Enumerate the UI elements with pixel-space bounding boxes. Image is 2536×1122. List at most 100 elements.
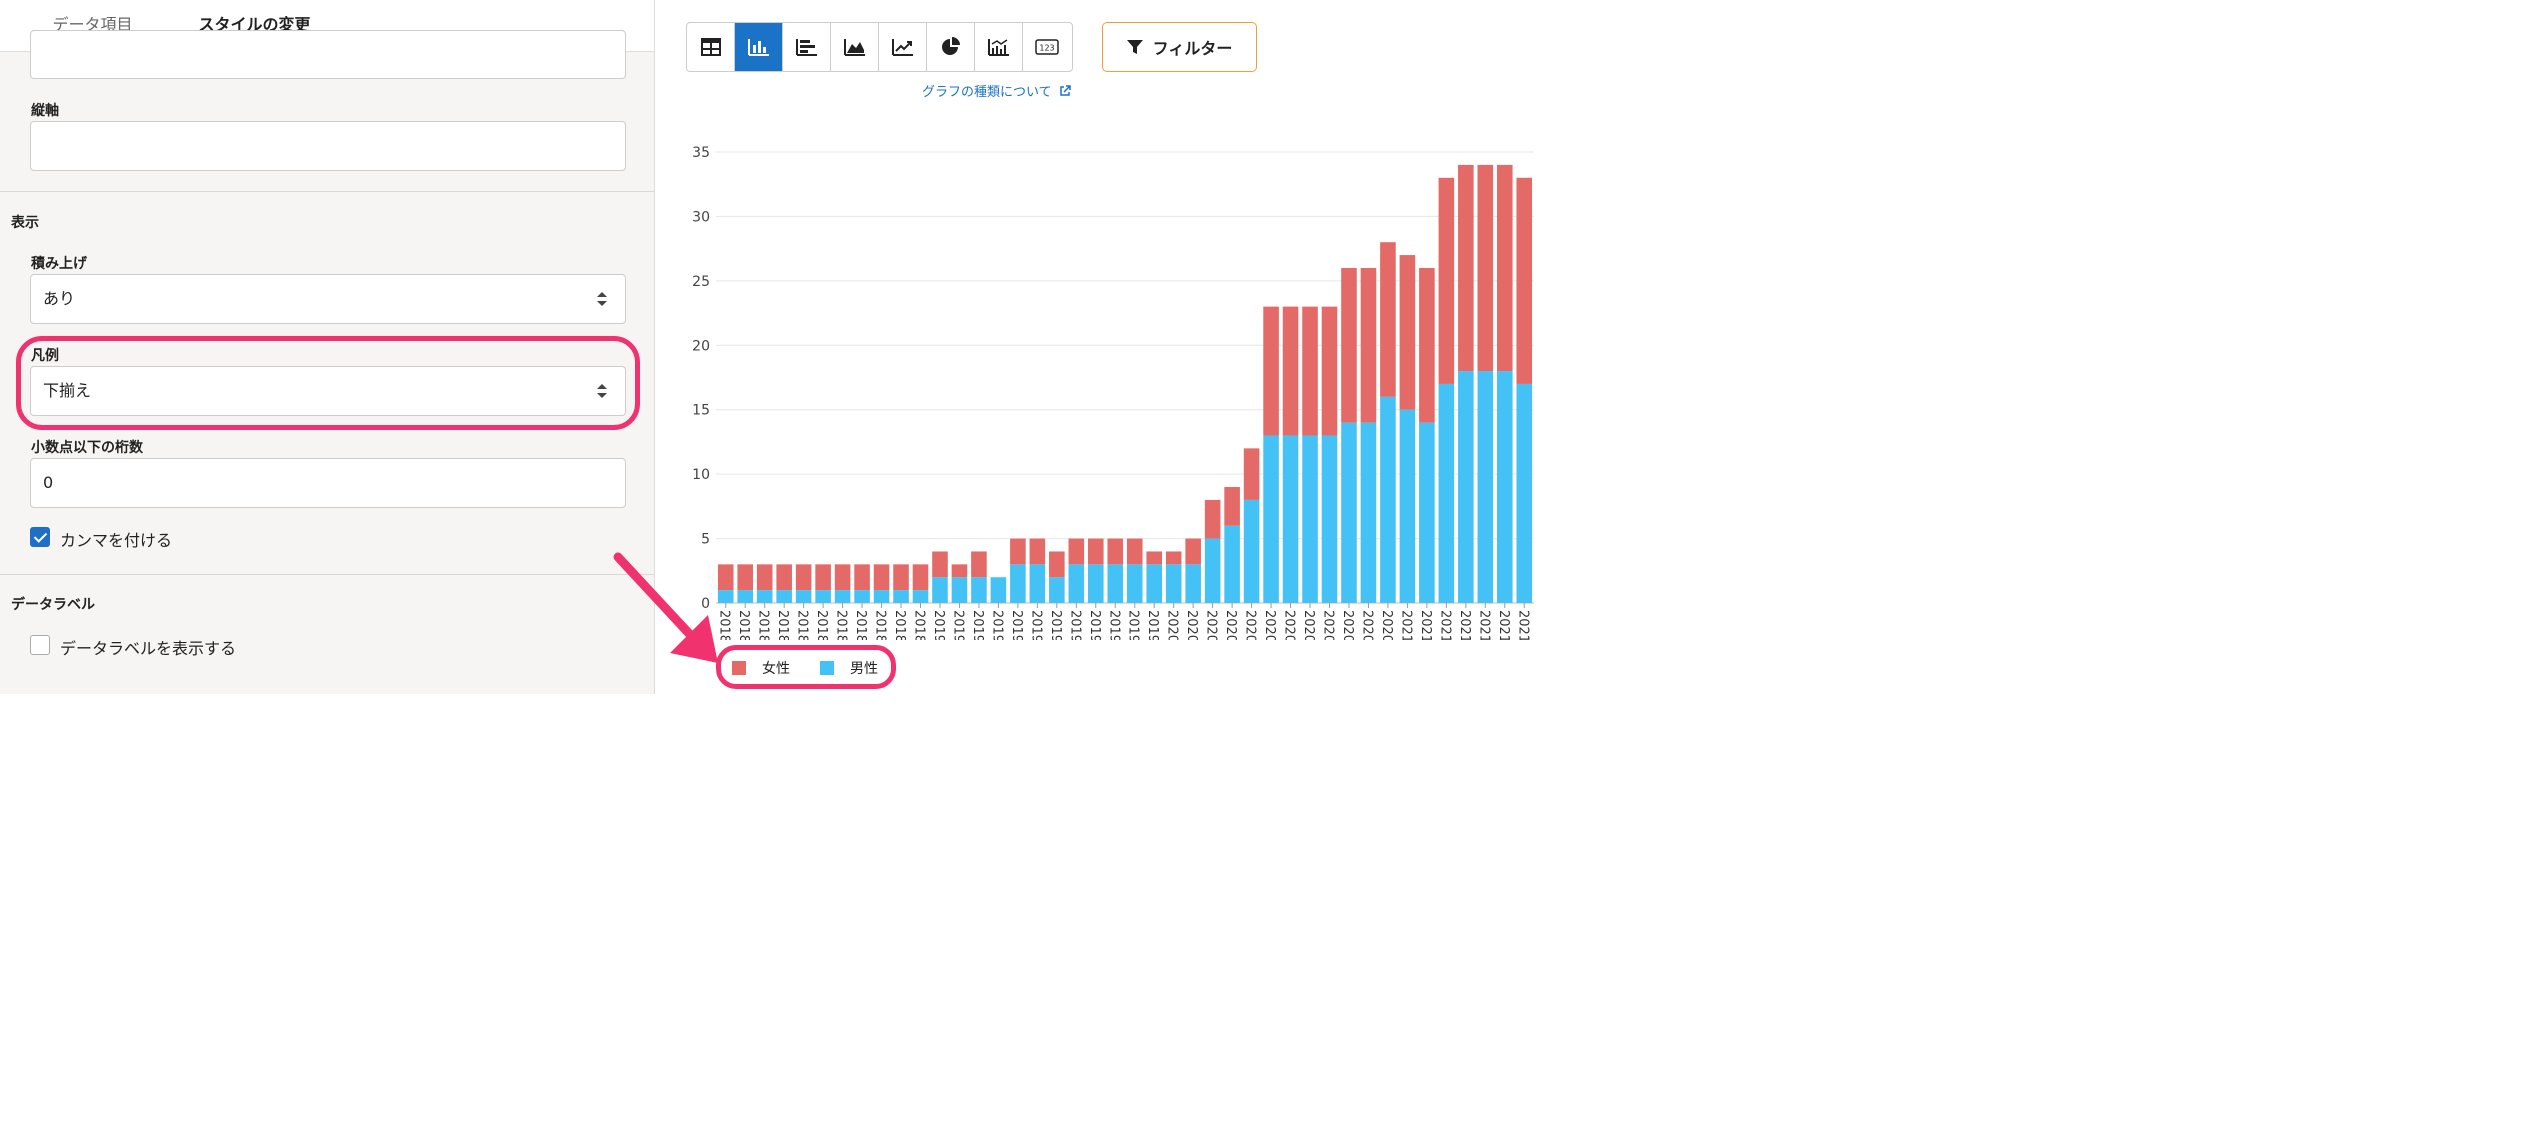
- bar-female: [873, 564, 890, 591]
- bar-female: [1477, 164, 1494, 372]
- decimal-input[interactable]: 0: [30, 458, 626, 508]
- bar-male: [1399, 409, 1416, 603]
- bar-female: [1360, 267, 1377, 423]
- bar-female: [1302, 306, 1318, 436]
- bar-male: [776, 590, 792, 603]
- bar-male: [990, 577, 1007, 603]
- x-tick-label: 2019-06: [1028, 610, 1043, 640]
- filter-icon: [1126, 40, 1143, 54]
- annotation-arrow: [613, 552, 718, 663]
- bar-female: [776, 564, 792, 591]
- stack-select-value: あり: [43, 289, 76, 308]
- bar-male: [1321, 435, 1338, 603]
- x-tick-label: 2020-12: [1379, 610, 1394, 640]
- x-tick-label: 2021-03: [1437, 610, 1452, 640]
- bar-male: [1380, 396, 1396, 603]
- bar-female: [1029, 538, 1046, 565]
- bar-female: [1341, 267, 1357, 423]
- x-tick-label: 2019-01: [931, 610, 946, 640]
- bar-male: [1419, 422, 1435, 603]
- x-tick-label: 2020-08: [1301, 610, 1316, 640]
- x-tick-label: 2021-04: [1457, 610, 1472, 640]
- bar-male: [1224, 525, 1240, 603]
- x-tick-label: 2019-08: [1067, 610, 1082, 640]
- legend-label-male: 男性: [850, 661, 878, 677]
- bar-female: [1010, 538, 1026, 565]
- bar-female: [1087, 538, 1104, 565]
- x-tick-label: 2018-12: [912, 610, 927, 640]
- bar-female: [756, 564, 773, 591]
- stack-select[interactable]: あり: [30, 274, 626, 324]
- x-tick-label: 2020-06: [1262, 610, 1277, 640]
- bar-male: [815, 590, 831, 603]
- bar-female: [1146, 551, 1163, 565]
- x-tick-label: 2020-10: [1340, 610, 1355, 640]
- divider: [0, 574, 654, 575]
- bar-female: [951, 564, 968, 578]
- table-icon[interactable]: [687, 23, 735, 71]
- combo-chart-icon[interactable]: [975, 23, 1023, 71]
- horizontal-axis-input[interactable]: [30, 30, 626, 79]
- bar-female: [912, 564, 929, 591]
- legend-highlight-outline: [16, 336, 640, 430]
- decimal-label: 小数点以下の桁数: [31, 440, 143, 456]
- bar-female: [1282, 306, 1299, 436]
- x-tick-label: 2018-: [775, 610, 790, 640]
- bar-male: [1516, 383, 1533, 603]
- comma-checkbox-label: カンマを付ける: [60, 531, 173, 550]
- bar-male: [795, 590, 812, 603]
- horizontal-bar-icon[interactable]: [783, 23, 831, 71]
- x-tick-label: 2019-11: [1126, 610, 1141, 640]
- y-tick-label: 20: [692, 338, 710, 354]
- bar-chart-icon[interactable]: [735, 23, 783, 71]
- x-tick-label: 2019-04: [989, 610, 1004, 640]
- bar-female: [1321, 306, 1338, 436]
- display-section-title: 表示: [11, 215, 39, 231]
- bar-female: [1049, 551, 1065, 578]
- bar-female: [795, 564, 812, 591]
- bar-female: [1399, 255, 1416, 410]
- bar-male: [1302, 435, 1318, 603]
- bar-female: [1419, 267, 1435, 423]
- bar-female: [815, 564, 831, 591]
- area-chart-icon[interactable]: [831, 23, 879, 71]
- bar-female: [1224, 487, 1240, 526]
- data-label-checkbox[interactable]: [30, 635, 50, 655]
- external-link-icon: [1060, 85, 1071, 96]
- bar-male: [1438, 383, 1455, 603]
- x-tick-label: 2018-: [853, 610, 868, 640]
- x-tick-label: 2020-09: [1321, 610, 1336, 640]
- x-tick-label: 2020-03: [1204, 610, 1219, 640]
- data-label-section-title: データラベル: [11, 597, 95, 613]
- svg-text:123: 123: [1039, 44, 1054, 53]
- bar-female: [1068, 538, 1085, 565]
- filter-button[interactable]: フィルター: [1102, 22, 1257, 72]
- bar-male: [1107, 564, 1124, 603]
- y-tick-label: 15: [692, 403, 710, 419]
- x-tick-label: 2021-07: [1515, 610, 1530, 640]
- bar-male: [1068, 564, 1085, 603]
- bar-male: [951, 577, 968, 603]
- bar-female: [1126, 538, 1143, 565]
- comma-checkbox[interactable]: [30, 527, 50, 547]
- number-icon[interactable]: 123: [1023, 23, 1071, 71]
- filter-button-label: フィルター: [1152, 39, 1233, 58]
- x-tick-label: 2021-06: [1496, 610, 1511, 640]
- chart-type-toolbar: 123: [686, 22, 1073, 72]
- decimal-input-value: 0: [43, 473, 54, 492]
- pie-chart-icon[interactable]: [927, 23, 975, 71]
- bar-male: [893, 590, 909, 603]
- app-root: データ項目 スタイルの変更 縦軸 表示 積み上げ あり 凡例 下揃え 小数点以下…: [0, 0, 1568, 694]
- bar-male: [1087, 564, 1104, 603]
- bar-male: [1458, 371, 1474, 603]
- x-tick-label: 2019-10: [1106, 610, 1121, 640]
- x-tick-label: 2018-: [814, 610, 829, 640]
- graph-types-link[interactable]: グラフの種類について: [922, 81, 1071, 100]
- x-tick-label: 2019-03: [970, 610, 985, 640]
- line-chart-icon[interactable]: [879, 23, 927, 71]
- bar-male: [1477, 371, 1494, 603]
- y-tick-label: 35: [692, 145, 710, 161]
- vertical-axis-input[interactable]: [30, 121, 626, 171]
- x-tick-label: 2020-11: [1359, 610, 1374, 640]
- chart-legend: 女性 男性: [732, 658, 908, 678]
